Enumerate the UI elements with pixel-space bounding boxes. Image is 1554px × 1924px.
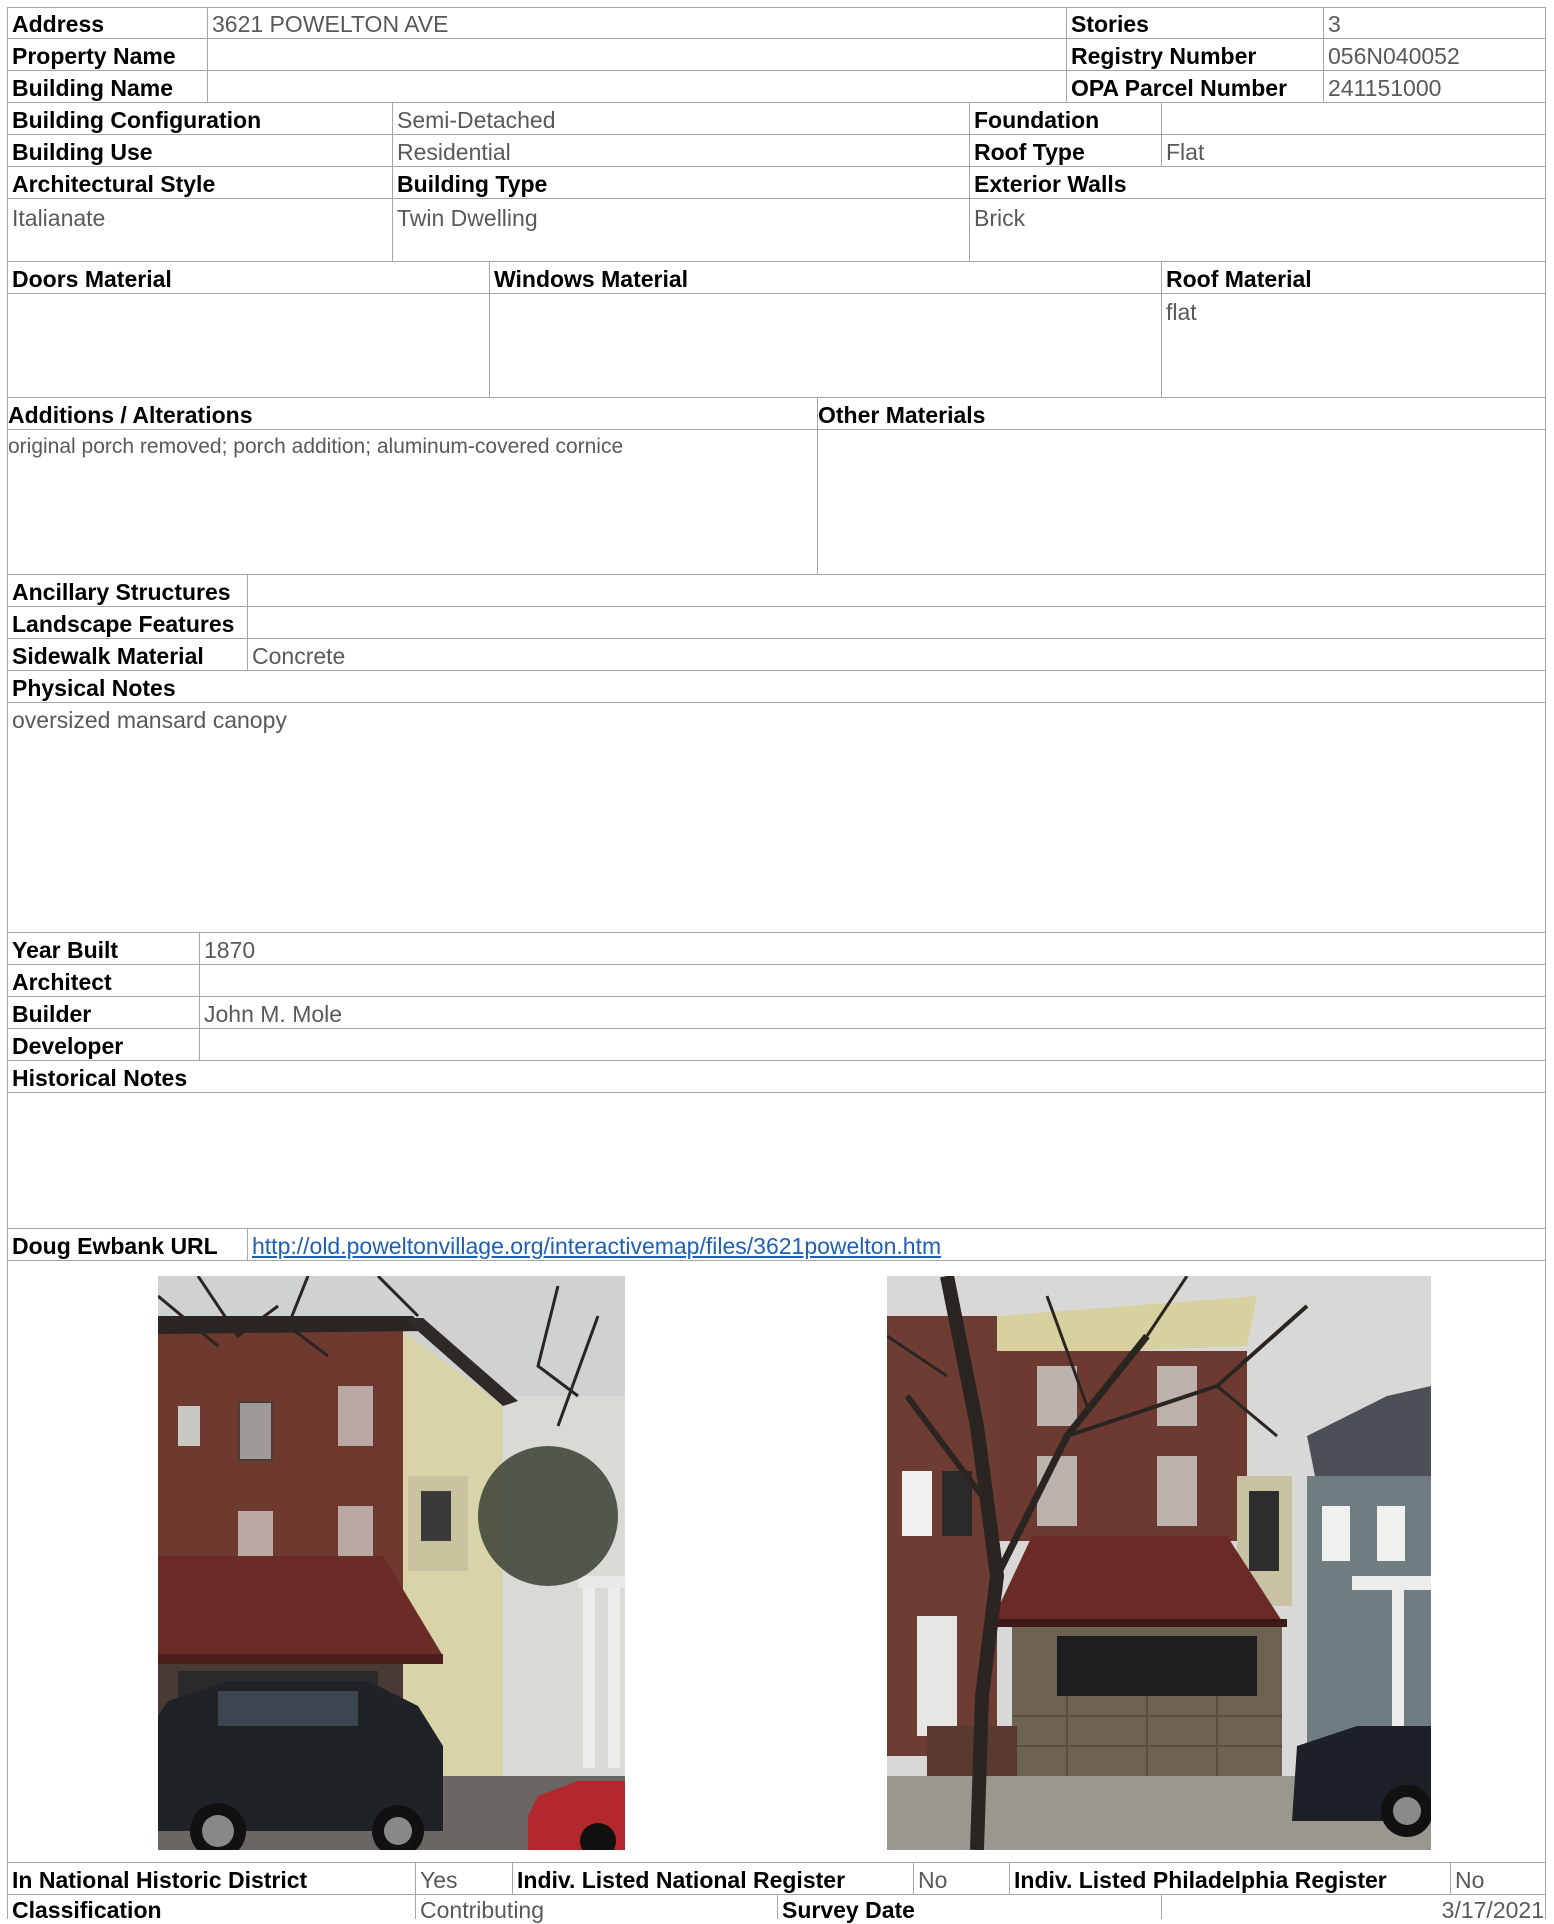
- survey-date-label: Survey Date: [782, 1897, 915, 1923]
- doug-ewbank-url-link[interactable]: http://old.poweltonvillage.org/interacti…: [252, 1232, 941, 1260]
- classification-value: Contributing: [420, 1897, 545, 1923]
- roof-material-label: Roof Material: [1166, 266, 1312, 292]
- roof-material-value: flat: [1166, 299, 1197, 325]
- builder-label: Builder: [12, 1001, 92, 1027]
- builder-value: John M. Mole: [204, 1001, 343, 1027]
- registry-number-value: 056N040052: [1328, 43, 1460, 69]
- doors-material-label: Doors Material: [12, 266, 172, 292]
- sidewalk-material-value: Concrete: [252, 643, 346, 669]
- building-configuration-label: Building Configuration: [12, 107, 262, 133]
- philadelphia-register-value: No: [1455, 1867, 1485, 1893]
- building-use-value: Residential: [397, 139, 511, 165]
- physical-notes-label: Physical Notes: [12, 675, 176, 701]
- building-use-label: Building Use: [12, 139, 153, 165]
- registry-number-label: Registry Number: [1071, 43, 1257, 69]
- additions-alterations-value: original porch removed; porch addition; …: [8, 435, 624, 458]
- exterior-walls-label: Exterior Walls: [974, 171, 1127, 197]
- year-built-value: 1870: [204, 937, 256, 963]
- national-historic-district-label: In National Historic District: [12, 1867, 308, 1893]
- roof-type-label: Roof Type: [974, 139, 1085, 165]
- doug-ewbank-url-label: Doug Ewbank URL: [12, 1233, 218, 1259]
- building-type-label: Building Type: [397, 171, 548, 197]
- opa-parcel-value: 241151000: [1328, 75, 1442, 101]
- ancillary-structures-label: Ancillary Structures: [12, 579, 231, 605]
- address-label: Address: [12, 11, 105, 37]
- building-configuration-value: Semi-Detached: [397, 107, 556, 133]
- architect-label: Architect: [12, 969, 112, 995]
- building-name-label: Building Name: [12, 75, 174, 101]
- national-historic-district-value: Yes: [420, 1867, 458, 1893]
- national-register-value: No: [918, 1867, 948, 1893]
- additions-alterations-label: Additions / Alterations: [8, 402, 253, 428]
- building-photo-left: [158, 1276, 625, 1850]
- exterior-walls-value: Brick: [974, 205, 1026, 231]
- architectural-style-label: Architectural Style: [12, 171, 216, 197]
- sidewalk-material-label: Sidewalk Material: [12, 643, 204, 669]
- foundation-label: Foundation: [974, 107, 1100, 133]
- property-name-label: Property Name: [12, 43, 176, 69]
- year-built-label: Year Built: [12, 937, 119, 963]
- building-photo-right: [887, 1276, 1431, 1850]
- address-value: 3621 POWELTON AVE: [212, 11, 449, 37]
- stories-label: Stories: [1071, 11, 1149, 37]
- developer-label: Developer: [12, 1033, 124, 1059]
- philadelphia-register-label: Indiv. Listed Philadelphia Register: [1014, 1867, 1387, 1893]
- landscape-features-label: Landscape Features: [12, 611, 235, 637]
- physical-notes-value: oversized mansard canopy: [12, 707, 287, 733]
- historical-notes-label: Historical Notes: [12, 1065, 188, 1091]
- other-materials-label: Other Materials: [818, 402, 986, 428]
- roof-type-value: Flat: [1166, 139, 1205, 165]
- survey-date-value: 3/17/2021: [1441, 1897, 1544, 1923]
- building-type-value: Twin Dwelling: [397, 205, 538, 231]
- stories-value: 3: [1328, 11, 1341, 37]
- opa-parcel-label: OPA Parcel Number: [1071, 75, 1288, 101]
- architectural-style-value: Italianate: [12, 205, 106, 231]
- national-register-label: Indiv. Listed National Register: [517, 1867, 846, 1893]
- classification-label: Classification: [12, 1897, 162, 1923]
- windows-material-label: Windows Material: [494, 266, 689, 292]
